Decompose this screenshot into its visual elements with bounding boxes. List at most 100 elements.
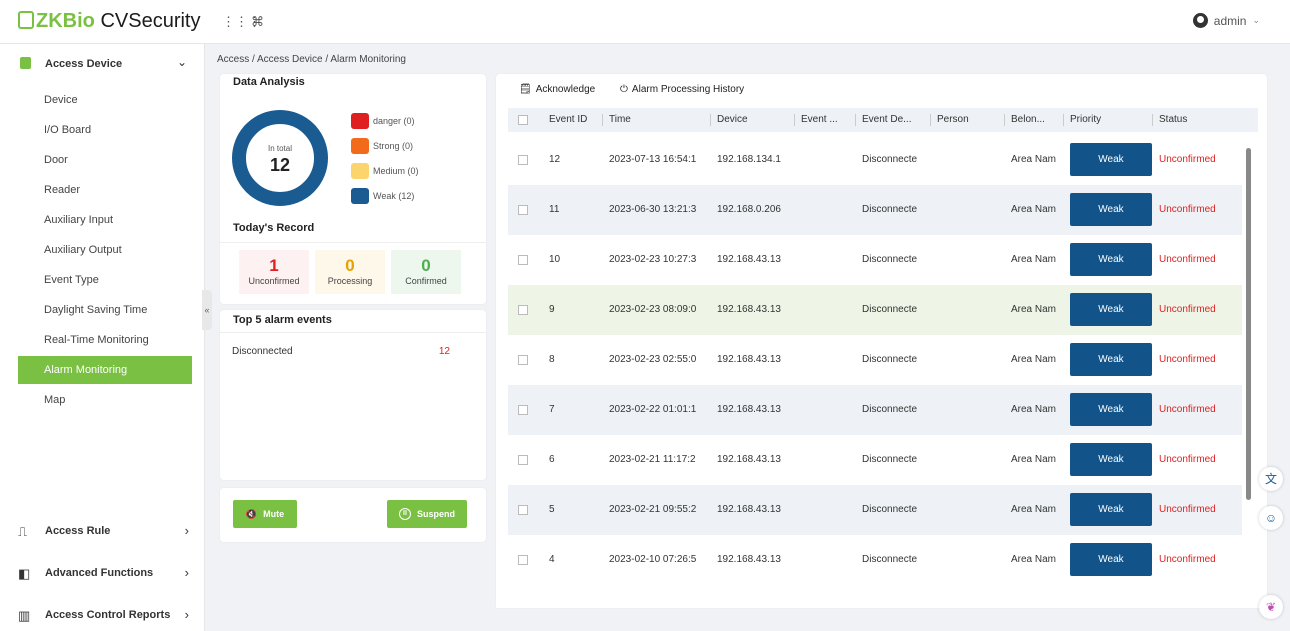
sidebar-section-access-rule[interactable]: ⎍ Access Rule ›: [0, 516, 205, 546]
table-fade: [496, 585, 1267, 608]
cell-time: 2023-02-21 11:17:2: [609, 454, 696, 465]
suspend-label: Suspend: [416, 509, 455, 519]
row-checkbox[interactable]: [518, 355, 528, 365]
divider: [220, 242, 486, 243]
acknowledge-button[interactable]: 🗒 Acknowledge: [519, 84, 595, 95]
cell-device: 192.168.43.13: [717, 254, 781, 265]
chevron-down-icon: ⌄: [176, 55, 187, 69]
sidebar-item-auxiliary-output[interactable]: Auxiliary Output: [18, 236, 192, 264]
sidebar-item-real-time-monitoring[interactable]: Real-Time Monitoring: [18, 326, 192, 354]
table-row[interactable]: 4 2023-02-10 07:26:5 192.168.43.13 Disconne…: [508, 535, 1242, 585]
door-icon: ⎍: [18, 524, 28, 539]
legend-label: Strong (0): [373, 141, 414, 151]
status-text: Unconfirmed: [1159, 554, 1216, 565]
sidebar-item-device[interactable]: Device: [18, 86, 192, 114]
legend-item: Medium (0): [351, 162, 419, 180]
brain-icon[interactable]: ❦: [1259, 595, 1283, 619]
row-checkbox[interactable]: [518, 305, 528, 315]
column-header[interactable]: Priority: [1070, 114, 1101, 125]
sidebar-group-label: Access Device: [45, 58, 123, 70]
top5-panel: Top 5 alarm events Disconnected 12: [220, 310, 486, 480]
column-header[interactable]: Device: [717, 114, 748, 125]
alarm-history-button[interactable]: ⏻ Alarm Processing History: [620, 84, 744, 95]
column-header[interactable]: Belon...: [1011, 114, 1045, 125]
priority-badge: Weak: [1070, 293, 1152, 326]
column-header[interactable]: Event ...: [801, 114, 838, 125]
table-row[interactable]: 8 2023-02-23 02:55:0 192.168.43.13 Disconne…: [508, 335, 1242, 385]
sidebar-section-advanced-functions[interactable]: ◧ Advanced Functions ›: [0, 558, 205, 588]
mute-button[interactable]: 🔇 Mute: [233, 500, 297, 528]
row-checkbox[interactable]: [518, 255, 528, 265]
row-checkbox[interactable]: [518, 455, 528, 465]
table-row[interactable]: 7 2023-02-22 01:01:1 192.168.43.13 Disconne…: [508, 385, 1242, 435]
chevron-right-icon: ›: [184, 607, 189, 622]
table-row[interactable]: 11 2023-06-30 13:21:3 192.168.0.206 Disconn…: [508, 185, 1242, 235]
sidebar-item-daylight-saving-time[interactable]: Daylight Saving Time: [18, 296, 192, 324]
record-processing[interactable]: 0 Processing: [315, 250, 385, 294]
priority-badge: Weak: [1070, 393, 1152, 426]
sidebar-collapse-handle[interactable]: «: [202, 290, 212, 330]
cell-desc: Disconnecte: [862, 154, 918, 165]
chevron-right-icon: ›: [184, 565, 189, 580]
column-header[interactable]: Event ID: [549, 114, 587, 125]
status-text: Unconfirmed: [1159, 454, 1216, 465]
cell-time: 2023-07-13 16:54:1: [609, 154, 697, 165]
sidebar-item-reader[interactable]: Reader: [18, 176, 192, 204]
sidebar-group-access-device[interactable]: Access Device ⌄: [0, 52, 205, 76]
column-separator: [1004, 114, 1005, 126]
actions-panel: 🔇 Mute II Suspend: [220, 488, 486, 542]
record-value: 0: [345, 256, 355, 275]
sidebar-item-map[interactable]: Map: [18, 386, 192, 414]
table-row[interactable]: 5 2023-02-21 09:55:2 192.168.43.13 Disconne…: [508, 485, 1242, 535]
row-checkbox[interactable]: [518, 555, 528, 565]
sidebar-item-alarm-monitoring[interactable]: Alarm Monitoring: [18, 356, 192, 384]
cell-id: 9: [549, 304, 555, 315]
app-logo[interactable]: ZKBio CVSecurity: [18, 10, 200, 33]
row-checkbox[interactable]: [518, 155, 528, 165]
row-checkbox[interactable]: [518, 405, 528, 415]
record-unconfirmed[interactable]: 1 Unconfirmed: [239, 250, 309, 294]
command-icon[interactable]: ⌘: [251, 14, 264, 30]
column-header[interactable]: Person: [937, 114, 969, 125]
legend-swatch: [351, 163, 369, 179]
row-checkbox[interactable]: [518, 205, 528, 215]
cell-id: 12: [549, 154, 561, 165]
sidebar-item-auxiliary-input[interactable]: Auxiliary Input: [18, 206, 192, 234]
record-confirmed[interactable]: 0 Confirmed: [391, 250, 461, 294]
table-scrollbar[interactable]: [1246, 148, 1251, 500]
sidebar-section-label: Advanced Functions: [45, 567, 154, 579]
record-value: 0: [421, 256, 431, 275]
user-name: admin: [1213, 13, 1247, 28]
sidebar-item-event-type[interactable]: Event Type: [18, 266, 192, 294]
table-row[interactable]: 6 2023-02-21 11:17:2 192.168.43.13 Disconne…: [508, 435, 1242, 485]
column-header[interactable]: Time: [609, 114, 631, 125]
status-text: Unconfirmed: [1159, 504, 1216, 515]
sidebar-section-access-control-reports[interactable]: ▥ Access Control Reports ›: [0, 600, 205, 630]
acknowledge-label: Acknowledge: [535, 84, 596, 95]
cell-device: 192.168.0.206: [717, 204, 781, 215]
breadcrumb: Access / Access Device / Alarm Monitorin…: [217, 54, 406, 65]
table-row[interactable]: 9 2023-02-23 08:09:0 192.168.43.13 Disconne…: [508, 285, 1242, 335]
sidebar-item-i-o-board[interactable]: I/O Board: [18, 116, 192, 144]
column-header[interactable]: Status: [1159, 114, 1187, 125]
cell-id: 5: [549, 504, 555, 515]
table-row[interactable]: 12 2023-07-13 16:54:1 192.168.134.1 Disconn…: [508, 135, 1242, 185]
cell-id: 4: [549, 554, 555, 565]
cell-desc: Disconnecte: [862, 454, 918, 465]
row-checkbox[interactable]: [518, 505, 528, 515]
cell-time: 2023-06-30 13:21:3: [609, 204, 697, 215]
assistant-icon[interactable]: ☺: [1259, 506, 1283, 530]
column-header[interactable]: Event De...: [862, 114, 911, 125]
history-icon: ⏻: [620, 84, 628, 95]
sidebar-item-door[interactable]: Door: [18, 146, 192, 174]
user-avatar-icon: [1192, 13, 1208, 28]
user-menu[interactable]: admin ⌄: [1192, 13, 1260, 28]
status-text: Unconfirmed: [1159, 354, 1216, 365]
select-all-checkbox[interactable]: [518, 115, 528, 125]
sidebar-section-label: Access Control Reports: [45, 609, 171, 621]
translate-icon[interactable]: 文: [1259, 467, 1283, 491]
acknowledge-icon: 🗒: [519, 84, 532, 95]
table-row[interactable]: 10 2023-02-23 10:27:3 192.168.43.13 Disconn…: [508, 235, 1242, 285]
advanced-icon: ◧: [18, 566, 31, 581]
suspend-button[interactable]: II Suspend: [387, 500, 467, 528]
